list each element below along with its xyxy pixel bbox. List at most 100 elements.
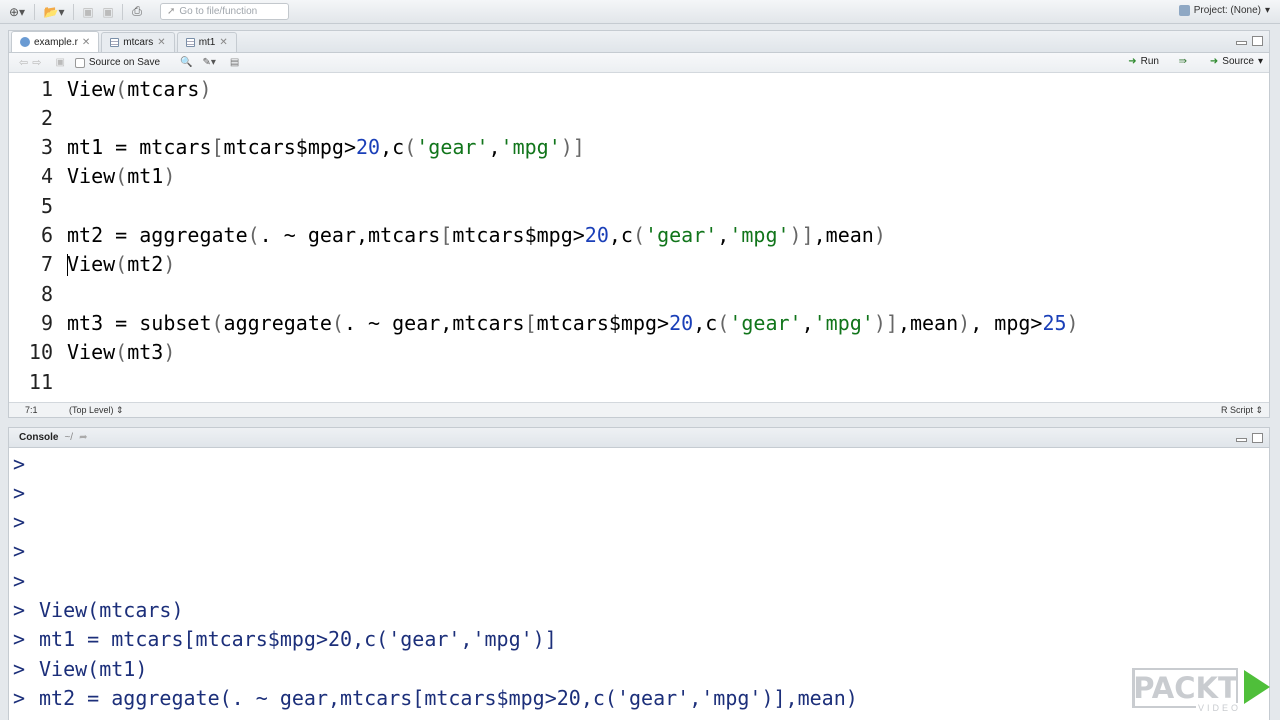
project-menu[interactable]: Project: (None) ▾ (1178, 5, 1270, 16)
new-file-icon[interactable]: ⊕▾ (4, 3, 30, 21)
editor-toolbar: ⇦ ⇨ ▣ Source on Save 🔍 ✎▾ ▤ ➜ Run ⇛ ➜ So… (9, 53, 1269, 73)
console-command: mt2 = aggregate(. ~ gear,mtcars[mtcars$m… (39, 685, 858, 710)
code-line[interactable]: 10 View(mt3) (9, 338, 175, 367)
line-number: 3 (40, 135, 53, 160)
file-type-label: R Script (1220, 404, 1253, 415)
chevron-down-icon: ▾ (1257, 56, 1263, 67)
tab-mtcars[interactable]: mtcars ✕ (101, 32, 175, 52)
console-prompt: > (13, 451, 26, 476)
console-command: View(mtcars) (39, 598, 184, 622)
line-number: 4 (40, 164, 53, 189)
save-icon[interactable]: ▣ (78, 3, 98, 21)
tab-example-r[interactable]: example.r ✕ (11, 31, 100, 52)
console-line: > (13, 537, 39, 566)
console-header: Console ~/ ➦ (9, 428, 1269, 448)
scope-label: (Top Level) (69, 404, 114, 415)
packt-logo: PACKT VIDEO (1132, 668, 1272, 714)
console-line: > mt1 = mtcars[mtcars$mpg>20,c('gear','mp… (13, 625, 557, 654)
wand-icon[interactable]: ✎▾ (203, 57, 216, 68)
project-label: Project: (None) (1193, 5, 1261, 16)
console-prompt: > (13, 539, 26, 564)
code-line[interactable]: 9 mt3 = subset(aggregate(. ~ gear,mtcars[… (9, 308, 1079, 337)
pane-controls (1236, 433, 1263, 443)
code-line[interactable]: 2 (9, 103, 53, 132)
minimize-icon[interactable] (1236, 41, 1247, 45)
rerun-icon[interactable]: ⇛ (1179, 56, 1187, 67)
code-line[interactable]: 1 View(mtcars) (9, 74, 212, 103)
code-line[interactable]: 6 mt2 = aggregate(. ~ gear,mtcars[mtcars$… (9, 221, 886, 250)
close-icon[interactable]: ✕ (157, 37, 165, 48)
console-command: mt1 = mtcars[mtcars$mpg>20,c('gear','mpg… (39, 627, 557, 652)
console-title: Console (19, 432, 59, 443)
line-number: 10 (28, 340, 53, 365)
toolbar-divider (122, 3, 123, 20)
console-prompt: > (13, 685, 26, 710)
source-on-save-checkbox[interactable] (74, 57, 85, 68)
back-arrow-icon[interactable]: ⇦ (19, 56, 28, 69)
open-folder-icon[interactable]: 📂▾ (39, 3, 69, 21)
console-prompt: > (13, 656, 26, 681)
console-prompt: > (13, 598, 26, 622)
file-type-selector[interactable]: R Script ⇕ (1221, 405, 1263, 416)
line-number: 7 (40, 252, 53, 277)
code-text: View(mt3) (67, 340, 176, 365)
save-icon[interactable]: ▣ (55, 57, 64, 68)
r-file-icon (20, 37, 30, 47)
console-prompt: > (13, 627, 26, 652)
code-line[interactable]: 11 (9, 367, 53, 396)
save-all-icon[interactable]: ▣ (98, 3, 118, 21)
code-line[interactable]: 7 View(mt2) (9, 250, 175, 279)
toolbar-divider (73, 3, 74, 20)
chevron-down-icon: ▾ (1264, 5, 1270, 16)
maximize-icon[interactable] (1252, 36, 1263, 46)
code-text: View(mtcars) (67, 76, 212, 101)
editor-status-bar: 7:1 (Top Level) ⇕ R Script ⇕ (9, 402, 1269, 417)
code-text: mt2 = aggregate(. ~ gear,mtcars[mtcars$m… (67, 223, 886, 247)
line-number: 1 (40, 76, 53, 101)
go-to-dir-icon[interactable]: ➦ (79, 432, 87, 443)
console-prompt: > (13, 480, 26, 505)
packt-brand: PACKT (1132, 668, 1238, 708)
line-number: 9 (40, 310, 53, 335)
close-icon[interactable]: ✕ (219, 37, 227, 48)
source-on-save-label: Source on Save (88, 57, 161, 68)
print-icon[interactable]: ⎙ (127, 3, 147, 21)
line-number: 2 (40, 105, 53, 130)
console-prompt: > (13, 510, 26, 535)
code-text: mt1 = mtcars[mtcars$mpg>20,c('gear','mpg… (67, 135, 585, 160)
code-line[interactable]: 4 View(mt1) (9, 162, 175, 191)
goto-placeholder: Go to file/function (179, 6, 258, 17)
search-icon[interactable]: 🔍 (180, 57, 192, 68)
run-label: Run (1140, 56, 1159, 67)
compile-report-icon[interactable]: ▤ (230, 57, 239, 68)
toolbar-divider (34, 3, 35, 20)
close-icon[interactable]: ✕ (82, 37, 90, 48)
data-table-icon (185, 38, 195, 47)
console-line: > (13, 508, 39, 537)
main-toolbar: ⊕▾ 📂▾ ▣ ▣ ⎙ ➚ Go to file/function Projec… (0, 0, 1280, 24)
scope-selector[interactable]: (Top Level) ⇕ (69, 405, 124, 416)
goto-icon: ➚ (167, 6, 176, 17)
console-line: > View(mtcars) (13, 596, 184, 625)
source-label: Source (1222, 56, 1254, 67)
source-button[interactable]: ➜ Source ▾ (1210, 56, 1263, 67)
tab-mt1[interactable]: mt1 ✕ (176, 32, 237, 52)
code-text: View(mt2) (67, 252, 176, 277)
tab-label: mtcars (123, 37, 154, 48)
run-button[interactable]: ➜ Run (1128, 56, 1159, 67)
cursor-position: 7:1 (25, 405, 38, 415)
code-line[interactable]: 8 (9, 279, 53, 308)
goto-file-input[interactable]: ➚ Go to file/function (160, 3, 289, 20)
run-arrow-icon: ➜ (1128, 56, 1137, 67)
console-pane: Console ~/ ➦ > > > > > > View(mtcars) > mt1 = mt… (8, 427, 1270, 720)
console-line: > (13, 478, 39, 507)
minimize-icon[interactable] (1236, 438, 1247, 442)
console-line: > (13, 566, 39, 595)
line-number: 8 (40, 281, 53, 306)
code-editor[interactable]: 1 View(mtcars) 2 3 mt1 = mtcars[mtcars$mpg>2… (9, 74, 1269, 396)
forward-arrow-icon[interactable]: ⇨ (32, 56, 41, 69)
maximize-icon[interactable] (1252, 433, 1263, 443)
console-line: > (13, 449, 39, 478)
code-line[interactable]: 3 mt1 = mtcars[mtcars$mpg>20,c('gear','mp… (9, 133, 585, 162)
code-line[interactable]: 5 (9, 191, 53, 220)
